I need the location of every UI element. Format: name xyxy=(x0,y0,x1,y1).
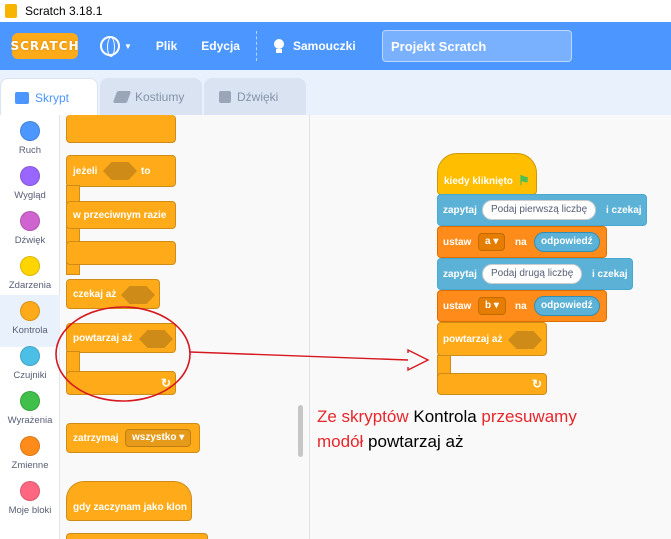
annotation-overlay xyxy=(55,306,430,402)
highlight-ellipse xyxy=(55,306,191,402)
note-part-3: przesuwamy xyxy=(481,407,577,426)
note-part-1: Ze skryptów xyxy=(317,407,409,426)
annotation-text: Ze skryptów Kontrola przesuwamy modół po… xyxy=(317,404,667,454)
note-part-5: powtarzaj aż xyxy=(363,432,464,451)
arrow-line xyxy=(189,351,409,361)
note-part-2: Kontrola xyxy=(408,407,482,426)
note-part-4: modół xyxy=(317,432,364,451)
arrow-head xyxy=(407,348,430,372)
